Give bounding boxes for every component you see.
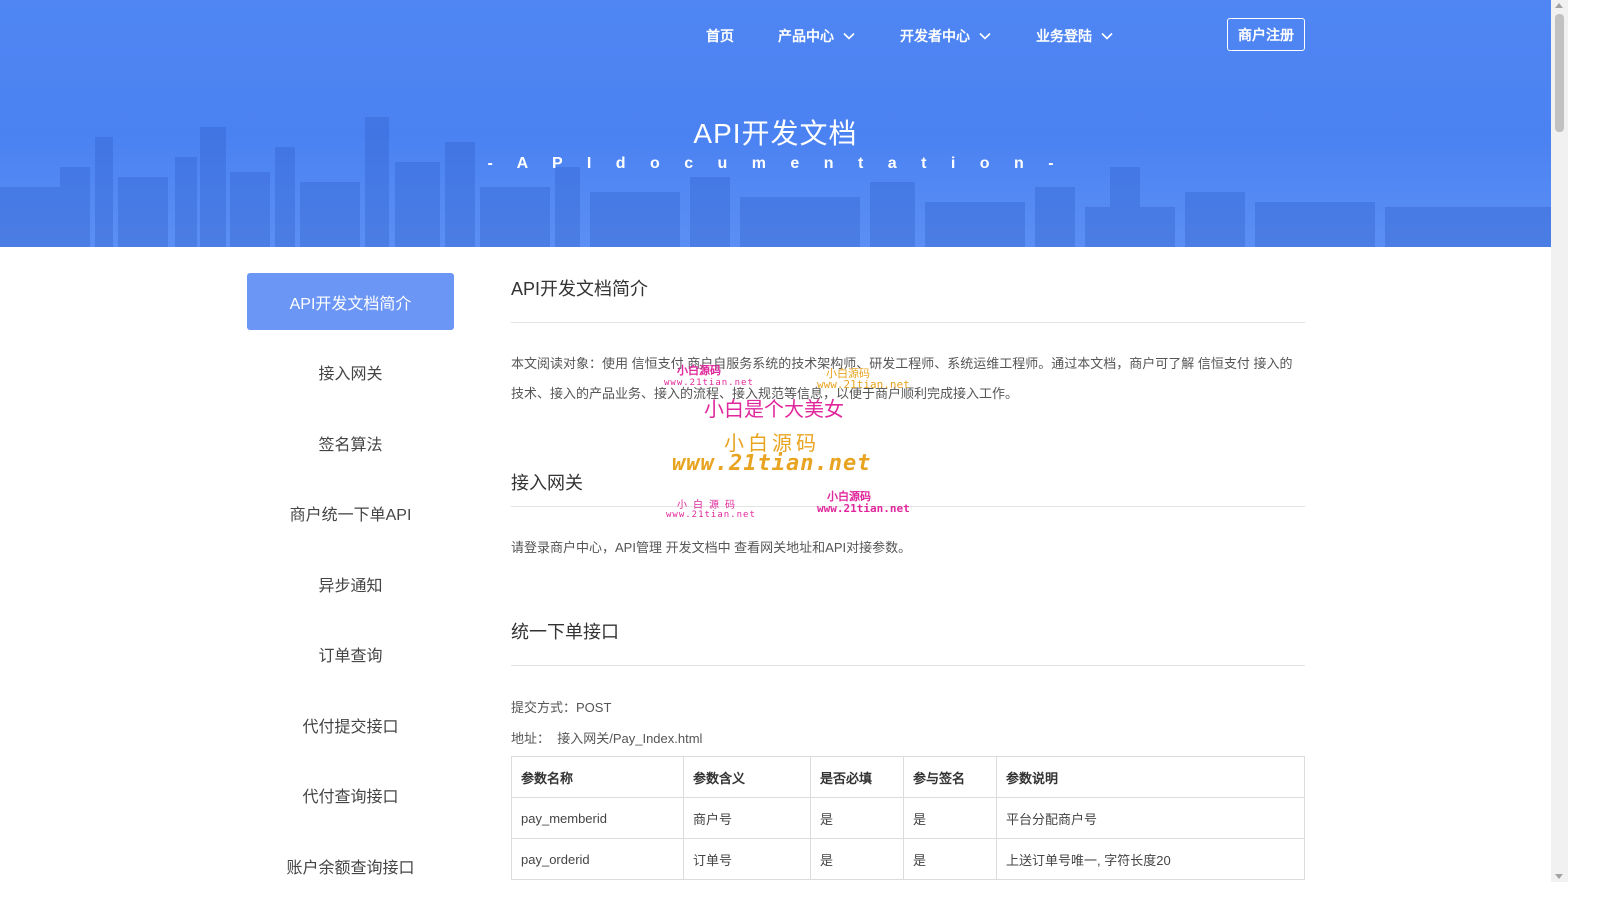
column-header: 参数含义	[683, 756, 811, 798]
sidebar-item-signature[interactable]: 签名算法	[247, 414, 454, 471]
page-scrollbar[interactable]	[1551, 0, 1568, 882]
merchant-register-button[interactable]: 商户注册	[1227, 18, 1305, 51]
submit-method: 提交方式：POST	[511, 700, 612, 715]
column-header: 是否必填	[810, 756, 904, 798]
scroll-down-arrow-icon[interactable]	[1555, 874, 1563, 879]
column-header: 参数说明	[996, 756, 1305, 798]
nav-item-developer[interactable]: 开发者中心	[900, 26, 992, 46]
nav-item-label: 首页	[706, 28, 734, 44]
nav-item-home[interactable]: 首页	[706, 26, 734, 46]
scroll-up-arrow-icon[interactable]	[1555, 3, 1563, 8]
gateway-paragraph: 请登录商户中心，API管理 开发文档中 查看网关地址和API对接参数。	[511, 540, 912, 555]
chevron-down-icon	[979, 32, 991, 40]
table-header-row: 参数名称 参数含义 是否必填 参与签名 参数说明	[511, 756, 1305, 798]
table-cell: 是	[903, 797, 997, 839]
divider	[511, 506, 1305, 507]
table-row: pay_memberid 商户号 是 是 平台分配商户号	[511, 797, 1305, 839]
section-title-intro: API开发文档简介	[511, 279, 649, 299]
nav-item-label: 开发者中心	[900, 28, 970, 44]
divider	[511, 665, 1305, 666]
column-header: 参数名称	[511, 756, 684, 798]
table-cell: 是	[903, 838, 997, 880]
nav-item-business-login[interactable]: 业务登陆	[1036, 26, 1114, 46]
divider	[511, 322, 1305, 323]
sidebar-item-payout-submit[interactable]: 代付提交接口	[247, 696, 454, 753]
table-cell: pay_memberid	[511, 797, 684, 839]
sidebar-item-async-notify[interactable]: 异步通知	[247, 555, 454, 612]
sidebar-item-intro[interactable]: API开发文档简介	[247, 273, 454, 330]
doc-content: API开发文档简介 本文阅读对象：使用 信恒支付 商户自服务系统的技术架构师、研…	[511, 275, 1305, 880]
top-navigation: 首页 产品中心 开发者中心 业务登陆 商户注册	[0, 0, 1551, 70]
section-title-unified-order: 统一下单接口	[511, 622, 619, 642]
nav-item-label: 产品中心	[778, 28, 834, 44]
column-header: 参与签名	[903, 756, 997, 798]
table-cell: 上送订单号唯一, 字符长度20	[996, 838, 1305, 880]
table-row: pay_orderid 订单号 是 是 上送订单号唯一, 字符长度20	[511, 838, 1305, 880]
sidebar-item-order-query[interactable]: 订单查询	[247, 626, 454, 683]
table-cell: 商户号	[683, 797, 811, 839]
nav-item-label: 业务登陆	[1036, 28, 1092, 44]
intro-paragraph: 本文阅读对象：使用 信恒支付 商户自服务系统的技术架构师、研发工程师、系统运维工…	[511, 356, 1293, 401]
sidebar-item-unified-order[interactable]: 商户统一下单API	[247, 485, 454, 542]
endpoint-address: 地址： 接入网关/Pay_Index.html	[511, 731, 703, 746]
section-title-gateway: 接入网关	[511, 473, 583, 493]
table-cell: pay_orderid	[511, 838, 684, 880]
chevron-down-icon	[843, 32, 855, 40]
chevron-down-icon	[1101, 32, 1113, 40]
table-cell: 平台分配商户号	[996, 797, 1305, 839]
page-title: API开发文档	[693, 118, 858, 149]
doc-sidebar: API开发文档简介 接入网关 签名算法 商户统一下单API 异步通知 订单查询 …	[247, 273, 454, 900]
sidebar-item-balance-query[interactable]: 账户余额查询接口	[247, 837, 454, 894]
nav-item-products[interactable]: 产品中心	[778, 26, 856, 46]
page-subtitle: - A P I d o c u m e n t a t i o n -	[487, 155, 1064, 172]
sidebar-item-gateway[interactable]: 接入网关	[247, 344, 454, 401]
table-cell: 订单号	[683, 838, 811, 880]
hero-banner: 首页 产品中心 开发者中心 业务登陆 商户注册 API开发文档 - A P I …	[0, 0, 1551, 247]
params-table: 参数名称 参数含义 是否必填 参与签名 参数说明 pay_memberid 商户…	[511, 756, 1305, 880]
sidebar-item-payout-query[interactable]: 代付查询接口	[247, 767, 454, 824]
table-cell: 是	[810, 797, 904, 839]
table-cell: 是	[810, 838, 904, 880]
scrollbar-thumb[interactable]	[1555, 14, 1564, 132]
